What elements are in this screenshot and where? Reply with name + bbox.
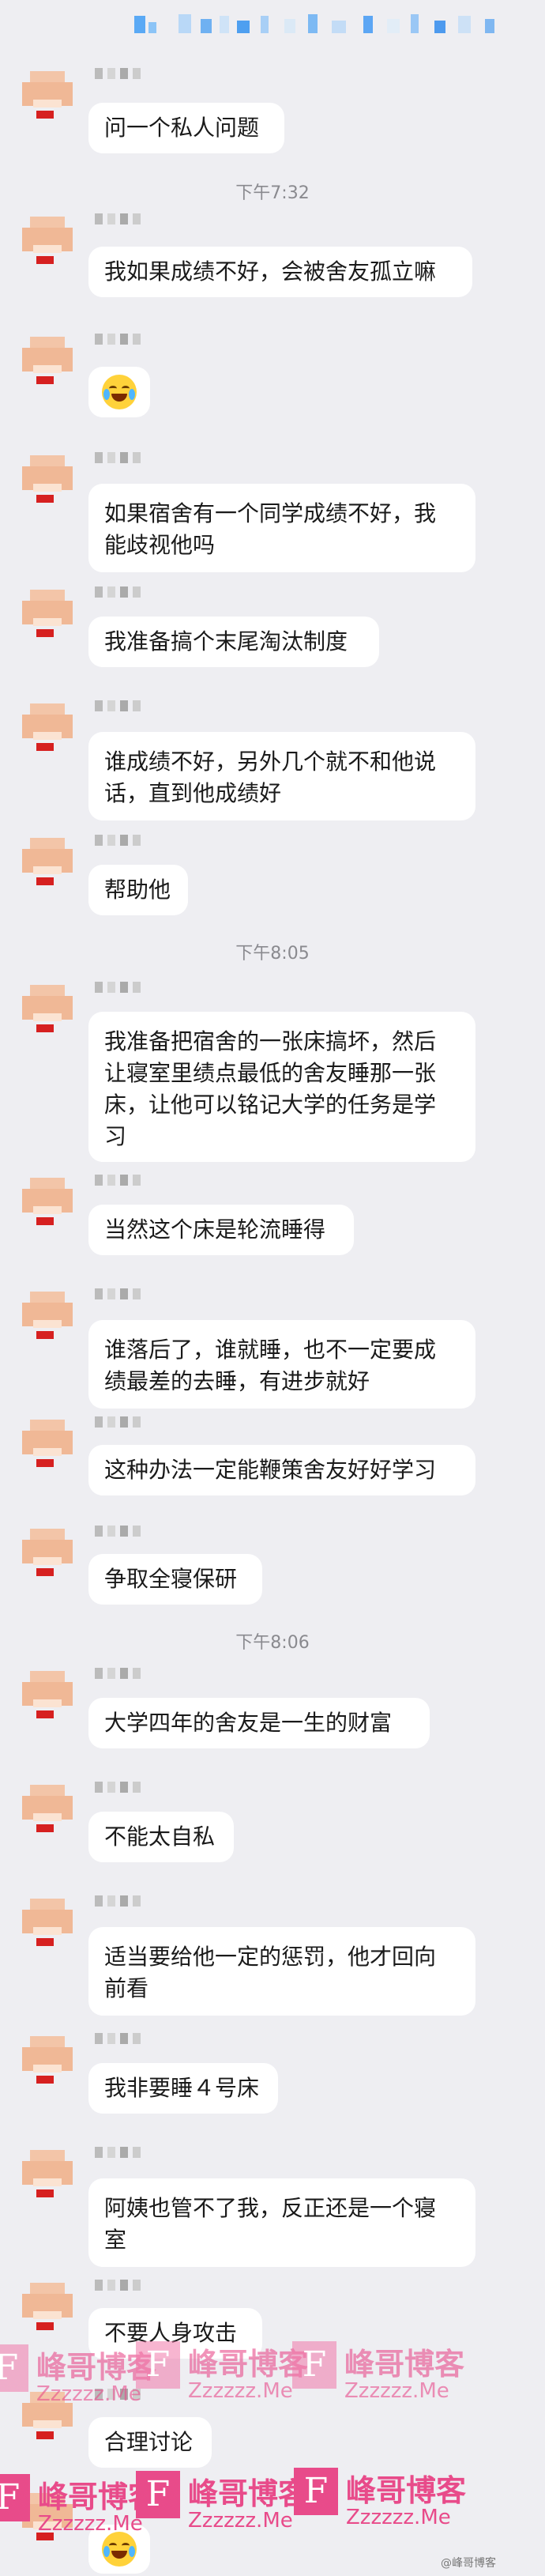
watermark-logo: F [292, 2341, 336, 2389]
message-line: 适当要给他一定的惩罚，他才回向 [104, 1944, 437, 1970]
avatar[interactable] [22, 2280, 73, 2330]
timestamp: 下午7:32 [235, 183, 310, 203]
watermark-title: 峰哥博客 [188, 2347, 309, 2382]
avatar[interactable] [22, 700, 73, 751]
message-bubble[interactable]: 合理讨论 [88, 2417, 212, 2468]
avatar[interactable] [22, 835, 73, 885]
nickname-mosaic [95, 1895, 166, 1907]
message-line: 阿姨也管不了我，反正还是一个寝 [104, 2195, 437, 2221]
laughing-tears-emoji [102, 2532, 137, 2567]
nickname-mosaic [95, 700, 166, 711]
avatar[interactable] [22, 2147, 73, 2197]
watermark-url: Zzzzzz.Me [188, 2379, 293, 2403]
nickname-mosaic [95, 1526, 166, 1537]
watermark-title: 峰哥博客 [188, 2476, 309, 2511]
chat-title-mosaic [134, 11, 529, 38]
watermark-title: 峰哥博客 [344, 2347, 465, 2382]
message-line: 话，直到他成绩好 [104, 780, 282, 806]
nickname-mosaic [95, 2147, 166, 2158]
avatar[interactable] [22, 1668, 73, 1718]
message-line: 习 [104, 1123, 127, 1149]
avatar[interactable] [22, 452, 73, 503]
nickname-mosaic [95, 1668, 166, 1679]
watermark-logo: F [294, 2468, 338, 2515]
watermark-url: Zzzzzz.Me [188, 2509, 293, 2533]
timestamp: 下午8:05 [235, 944, 310, 964]
message-line: 谁落后了，谁就睡，也不一定要成 [104, 1337, 437, 1363]
nickname-mosaic [95, 334, 166, 345]
message-bubble[interactable]: 谁成绩不好，另外几个就不和他说 话，直到他成绩好 [88, 732, 475, 820]
message-bubble[interactable]: 帮助他 [88, 865, 188, 915]
nickname-mosaic [95, 1782, 166, 1793]
message-line: 前看 [104, 1975, 149, 2001]
timestamp: 下午8:06 [235, 1633, 310, 1653]
avatar[interactable] [22, 2033, 73, 2084]
message-line: 室 [104, 2227, 127, 2253]
message-bubble[interactable]: 争取全寝保研 [88, 1554, 262, 1605]
watermark-url: Zzzzzz.Me [344, 2379, 449, 2403]
message-line: 让寝室里绩点最低的舍友睡那一张 [104, 1060, 437, 1086]
watermark-logo: F [0, 2474, 30, 2521]
avatar[interactable] [22, 1175, 73, 1225]
chat-header [0, 0, 545, 51]
message-bubble[interactable]: 大学四年的舍友是一生的财富 [88, 1698, 430, 1748]
message-line: 我准备把宿舍的一张床搞坏，然后 [104, 1028, 437, 1054]
avatar[interactable] [22, 1782, 73, 1832]
message-bubble[interactable]: 不能太自私 [88, 1812, 234, 1862]
avatar[interactable] [22, 1526, 73, 1576]
message-bubble[interactable]: 我非要睡４号床 [88, 2063, 278, 2114]
nickname-mosaic [95, 68, 166, 79]
message-line: 谁成绩不好，另外几个就不和他说 [104, 749, 437, 775]
message-bubble[interactable]: 谁落后了，谁就睡，也不一定要成 绩最差的去睡，有进步就好 [88, 1320, 475, 1409]
message-bubble[interactable]: 这种办法一定能鞭策舍友好好学习 [88, 1445, 475, 1495]
watermark-url: Zzzzzz.Me [346, 2506, 451, 2529]
watermark-url: Zzzzzz.Me [36, 2382, 141, 2406]
avatar[interactable] [22, 982, 73, 1032]
nickname-mosaic [95, 1416, 166, 1428]
avatar[interactable] [22, 1288, 73, 1339]
nickname-mosaic [95, 1175, 166, 1186]
avatar[interactable] [22, 586, 73, 637]
nickname-mosaic [95, 213, 166, 224]
watermark-title: 峰哥博客 [346, 2473, 467, 2508]
avatar[interactable] [22, 1895, 73, 1946]
message-bubble[interactable]: 问一个私人问题 [88, 103, 284, 153]
message-line: 如果宿舍有一个同学成绩不好，我 [104, 500, 437, 526]
nickname-mosaic [95, 452, 166, 463]
nickname-mosaic [95, 586, 166, 598]
nickname-mosaic [95, 2280, 166, 2291]
weibo-credit: @峰哥博客 [441, 2557, 496, 2570]
message-line: 床，让他可以铭记大学的任务是学 [104, 1092, 437, 1118]
message-bubble[interactable]: 如果宿舍有一个同学成绩不好，我 能歧视他吗 [88, 484, 475, 572]
nickname-mosaic [95, 835, 166, 846]
watermark-url: Zzzzzz.Me [38, 2512, 143, 2536]
nickname-mosaic [95, 2033, 166, 2044]
watermark-logo: F [136, 2471, 180, 2518]
watermark-logo: F [0, 2344, 28, 2392]
avatar[interactable] [22, 334, 73, 384]
avatar[interactable] [22, 213, 73, 264]
avatar[interactable] [22, 68, 73, 119]
nickname-mosaic [95, 982, 166, 993]
message-bubble[interactable] [88, 367, 150, 417]
message-bubble[interactable]: 我准备把宿舍的一张床搞坏，然后 让寝室里绩点最低的舍友睡那一张 床，让他可以铭记… [88, 1012, 475, 1162]
message-line: 绩最差的去睡，有进步就好 [104, 1368, 370, 1394]
message-bubble[interactable]: 我如果成绩不好，会被舍友孤立嘛 [88, 247, 472, 297]
message-bubble[interactable]: 阿姨也管不了我，反正还是一个寝 室 [88, 2178, 475, 2267]
message-bubble[interactable]: 适当要给他一定的惩罚，他才回向 前看 [88, 1927, 475, 2016]
laughing-tears-emoji [102, 375, 137, 409]
avatar[interactable] [22, 1416, 73, 1467]
watermark-logo: F [136, 2341, 180, 2389]
message-bubble[interactable]: 我准备搞个末尾淘汰制度 [88, 617, 379, 667]
message-line: 能歧视他吗 [104, 532, 216, 558]
nickname-mosaic [95, 1288, 166, 1299]
message-bubble[interactable]: 当然这个床是轮流睡得 [88, 1205, 354, 1255]
